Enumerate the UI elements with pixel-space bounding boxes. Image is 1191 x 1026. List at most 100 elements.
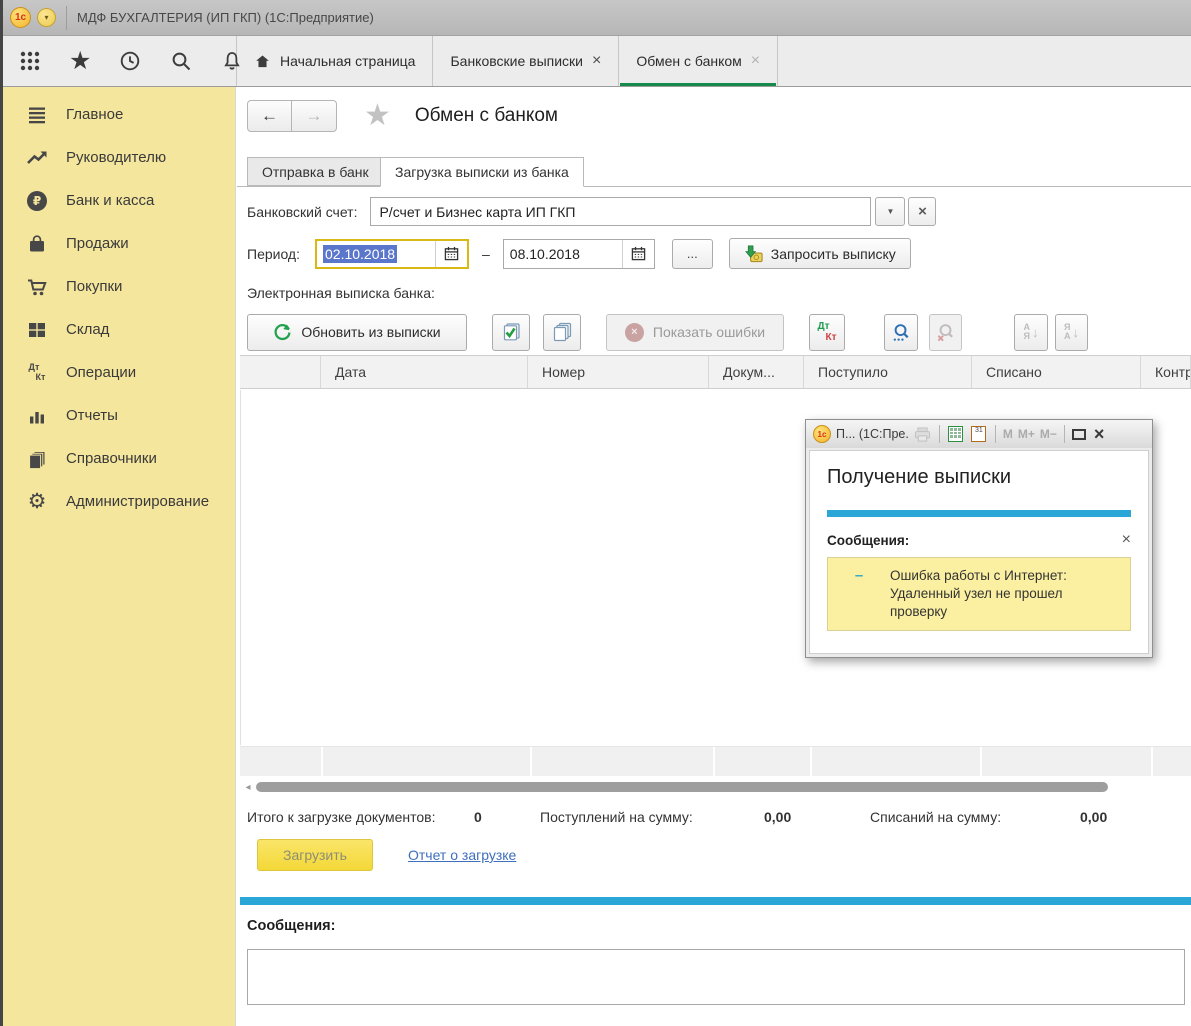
tab-label: Банковские выписки [450, 53, 583, 69]
memory-mplus-button: M+ [1018, 427, 1035, 441]
apps-grid-icon[interactable] [18, 49, 42, 73]
request-statement-label: Запросить выписку [771, 246, 896, 262]
popup-messages-label: Сообщения: [827, 533, 909, 548]
messages-box-empty [247, 949, 1185, 1005]
bank-account-input[interactable]: Р/счет и Бизнес карта ИП ГКП [370, 197, 871, 226]
request-statement-icon [744, 244, 763, 263]
page-title: Обмен с банком [415, 105, 558, 127]
favorite-star-icon[interactable]: ★ [364, 101, 391, 131]
load-report-link[interactable]: Отчет о загрузке [408, 847, 516, 863]
table-header-cell-writtenoff[interactable]: Списано [972, 356, 1141, 388]
tab-bank-statements[interactable]: Банковские выписки × [433, 36, 619, 86]
refresh-label: Обновить из выписки [301, 324, 440, 340]
request-statement-button[interactable]: Запросить выписку [729, 238, 911, 269]
calendar-icon[interactable] [435, 241, 467, 267]
period-to-field[interactable]: 08.10.2018 [503, 239, 655, 269]
tab-label: Начальная страница [280, 53, 415, 69]
popup-title-bar[interactable]: 1с П... (1С:Пре. 31 M M+ M− × [806, 420, 1152, 448]
panel-splitter[interactable] [240, 897, 1191, 905]
sidebar-item-main[interactable]: Главное [0, 93, 235, 136]
sidebar-item-label: Склад [66, 321, 109, 338]
sidebar-item-label: Справочники [66, 450, 157, 467]
table-footer-cell [532, 747, 713, 776]
maximize-icon[interactable] [1072, 429, 1086, 440]
shopping-bag-icon [25, 232, 49, 256]
period-from-field[interactable]: 02.10.2018 [315, 239, 469, 269]
period-to-value[interactable]: 08.10.2018 [504, 246, 622, 262]
clear-flags-button[interactable] [543, 314, 581, 351]
bank-account-label: Банковский счет: [247, 204, 357, 220]
sidebar: Главное Руководителю ₽ Банк и касса [0, 87, 236, 1026]
subtab-load-statement[interactable]: Загрузка выписки из банка [380, 157, 584, 187]
table-header-cell-date[interactable]: Дата [321, 356, 528, 388]
summary-row: Итого к загрузке документов: 0 Поступлен… [237, 809, 1191, 829]
tab-bank-exchange[interactable]: Обмен с банком × [619, 36, 778, 86]
period-more-button[interactable]: ... [672, 239, 713, 269]
scroll-left-arrow[interactable]: ◂ [240, 782, 256, 793]
writtenoff-sum-value: 0,00 [1080, 809, 1107, 825]
calendar-icon[interactable]: 31 [970, 425, 988, 443]
cancel-find-button [929, 314, 962, 351]
print-icon [914, 425, 932, 443]
warehouse-grid-icon [25, 318, 49, 342]
menu-lines-icon [25, 103, 49, 127]
popup-messages-header: Сообщения: × [827, 532, 1131, 548]
period-from-value[interactable]: 02.10.2018 [323, 245, 397, 263]
tab-home[interactable]: Начальная страница [237, 36, 433, 86]
history-icon[interactable] [118, 49, 142, 73]
scrollbar-thumb[interactable] [256, 782, 1108, 792]
electronic-statement-label: Электронная выписка банка: [247, 285, 435, 301]
calculator-icon[interactable] [947, 425, 965, 443]
horizontal-scrollbar[interactable]: ◂ [240, 779, 1191, 795]
table-header-cell-counterparty[interactable]: Контр [1141, 356, 1191, 388]
back-button[interactable]: ← [247, 100, 292, 132]
popup-warning-message: – Ошибка работы с Интернет: Удаленный уз… [827, 557, 1131, 631]
calendar-icon[interactable] [622, 240, 654, 268]
bar-chart-icon [25, 404, 49, 428]
memory-mminus-button: M− [1040, 427, 1057, 441]
sidebar-item-operations[interactable]: ДтКт Операции [0, 351, 235, 394]
tab-bar: ★ Нача [0, 36, 1191, 87]
sidebar-item-warehouse[interactable]: Склад [0, 308, 235, 351]
received-sum-value: 0,00 [764, 809, 791, 825]
sidebar-item-administration[interactable]: ⚙ Администрирование [0, 480, 235, 523]
sidebar-item-label: Администрирование [66, 493, 209, 510]
refresh-from-statement-button[interactable]: Обновить из выписки [247, 314, 467, 351]
period-range-dash: – [482, 246, 490, 262]
account-clear-button[interactable]: × [908, 197, 936, 226]
table-header-cell-received[interactable]: Поступило [804, 356, 972, 388]
writtenoff-sum-label: Списаний на сумму: [870, 809, 1001, 825]
sidebar-item-purchases[interactable]: Покупки [0, 265, 235, 308]
sidebar-item-bank-cash[interactable]: ₽ Банк и касса [0, 179, 235, 222]
sidebar-item-sales[interactable]: Продажи [0, 222, 235, 265]
dt-kt-button[interactable]: ДтКт [809, 314, 845, 351]
load-button[interactable]: Загрузить [257, 839, 373, 871]
close-icon[interactable]: × [1094, 425, 1105, 443]
account-dropdown-button[interactable]: ▼ [875, 197, 905, 226]
table-footer-cell [715, 747, 810, 776]
search-icon[interactable] [169, 49, 193, 73]
open-tabs: Начальная страница Банковские выписки × … [237, 36, 778, 86]
sidebar-item-directories[interactable]: Справочники [0, 437, 235, 480]
total-docs-label: Итого к загрузке документов: [247, 809, 436, 825]
favorites-star-icon[interactable]: ★ [69, 49, 91, 73]
table-header-cell[interactable] [240, 356, 321, 388]
popup-error-text: Ошибка работы с Интернет: Удаленный узел… [890, 567, 1120, 630]
sidebar-item-manager[interactable]: Руководителю [0, 136, 235, 179]
sort-ascending-button: АЯ ↓ [1014, 314, 1048, 351]
sidebar-item-reports[interactable]: Отчеты [0, 394, 235, 437]
close-icon[interactable]: × [592, 53, 601, 69]
close-icon[interactable]: × [751, 53, 760, 69]
set-flags-button[interactable] [492, 314, 530, 351]
forward-button[interactable]: → [292, 100, 337, 132]
table-header-cell-document[interactable]: Докум... [709, 356, 804, 388]
tab-label: Обмен с банком [636, 53, 741, 69]
subtab-send-to-bank[interactable]: Отправка в банк [247, 157, 384, 186]
sidebar-item-label: Отчеты [66, 407, 118, 424]
close-icon[interactable]: × [1122, 532, 1131, 548]
main-menu-button[interactable]: ▾ [37, 8, 56, 27]
received-sum-label: Поступлений на сумму: [540, 809, 693, 825]
table-header-cell-number[interactable]: Номер [528, 356, 709, 388]
table-footer-cell [240, 747, 321, 776]
find-button[interactable] [884, 314, 918, 351]
